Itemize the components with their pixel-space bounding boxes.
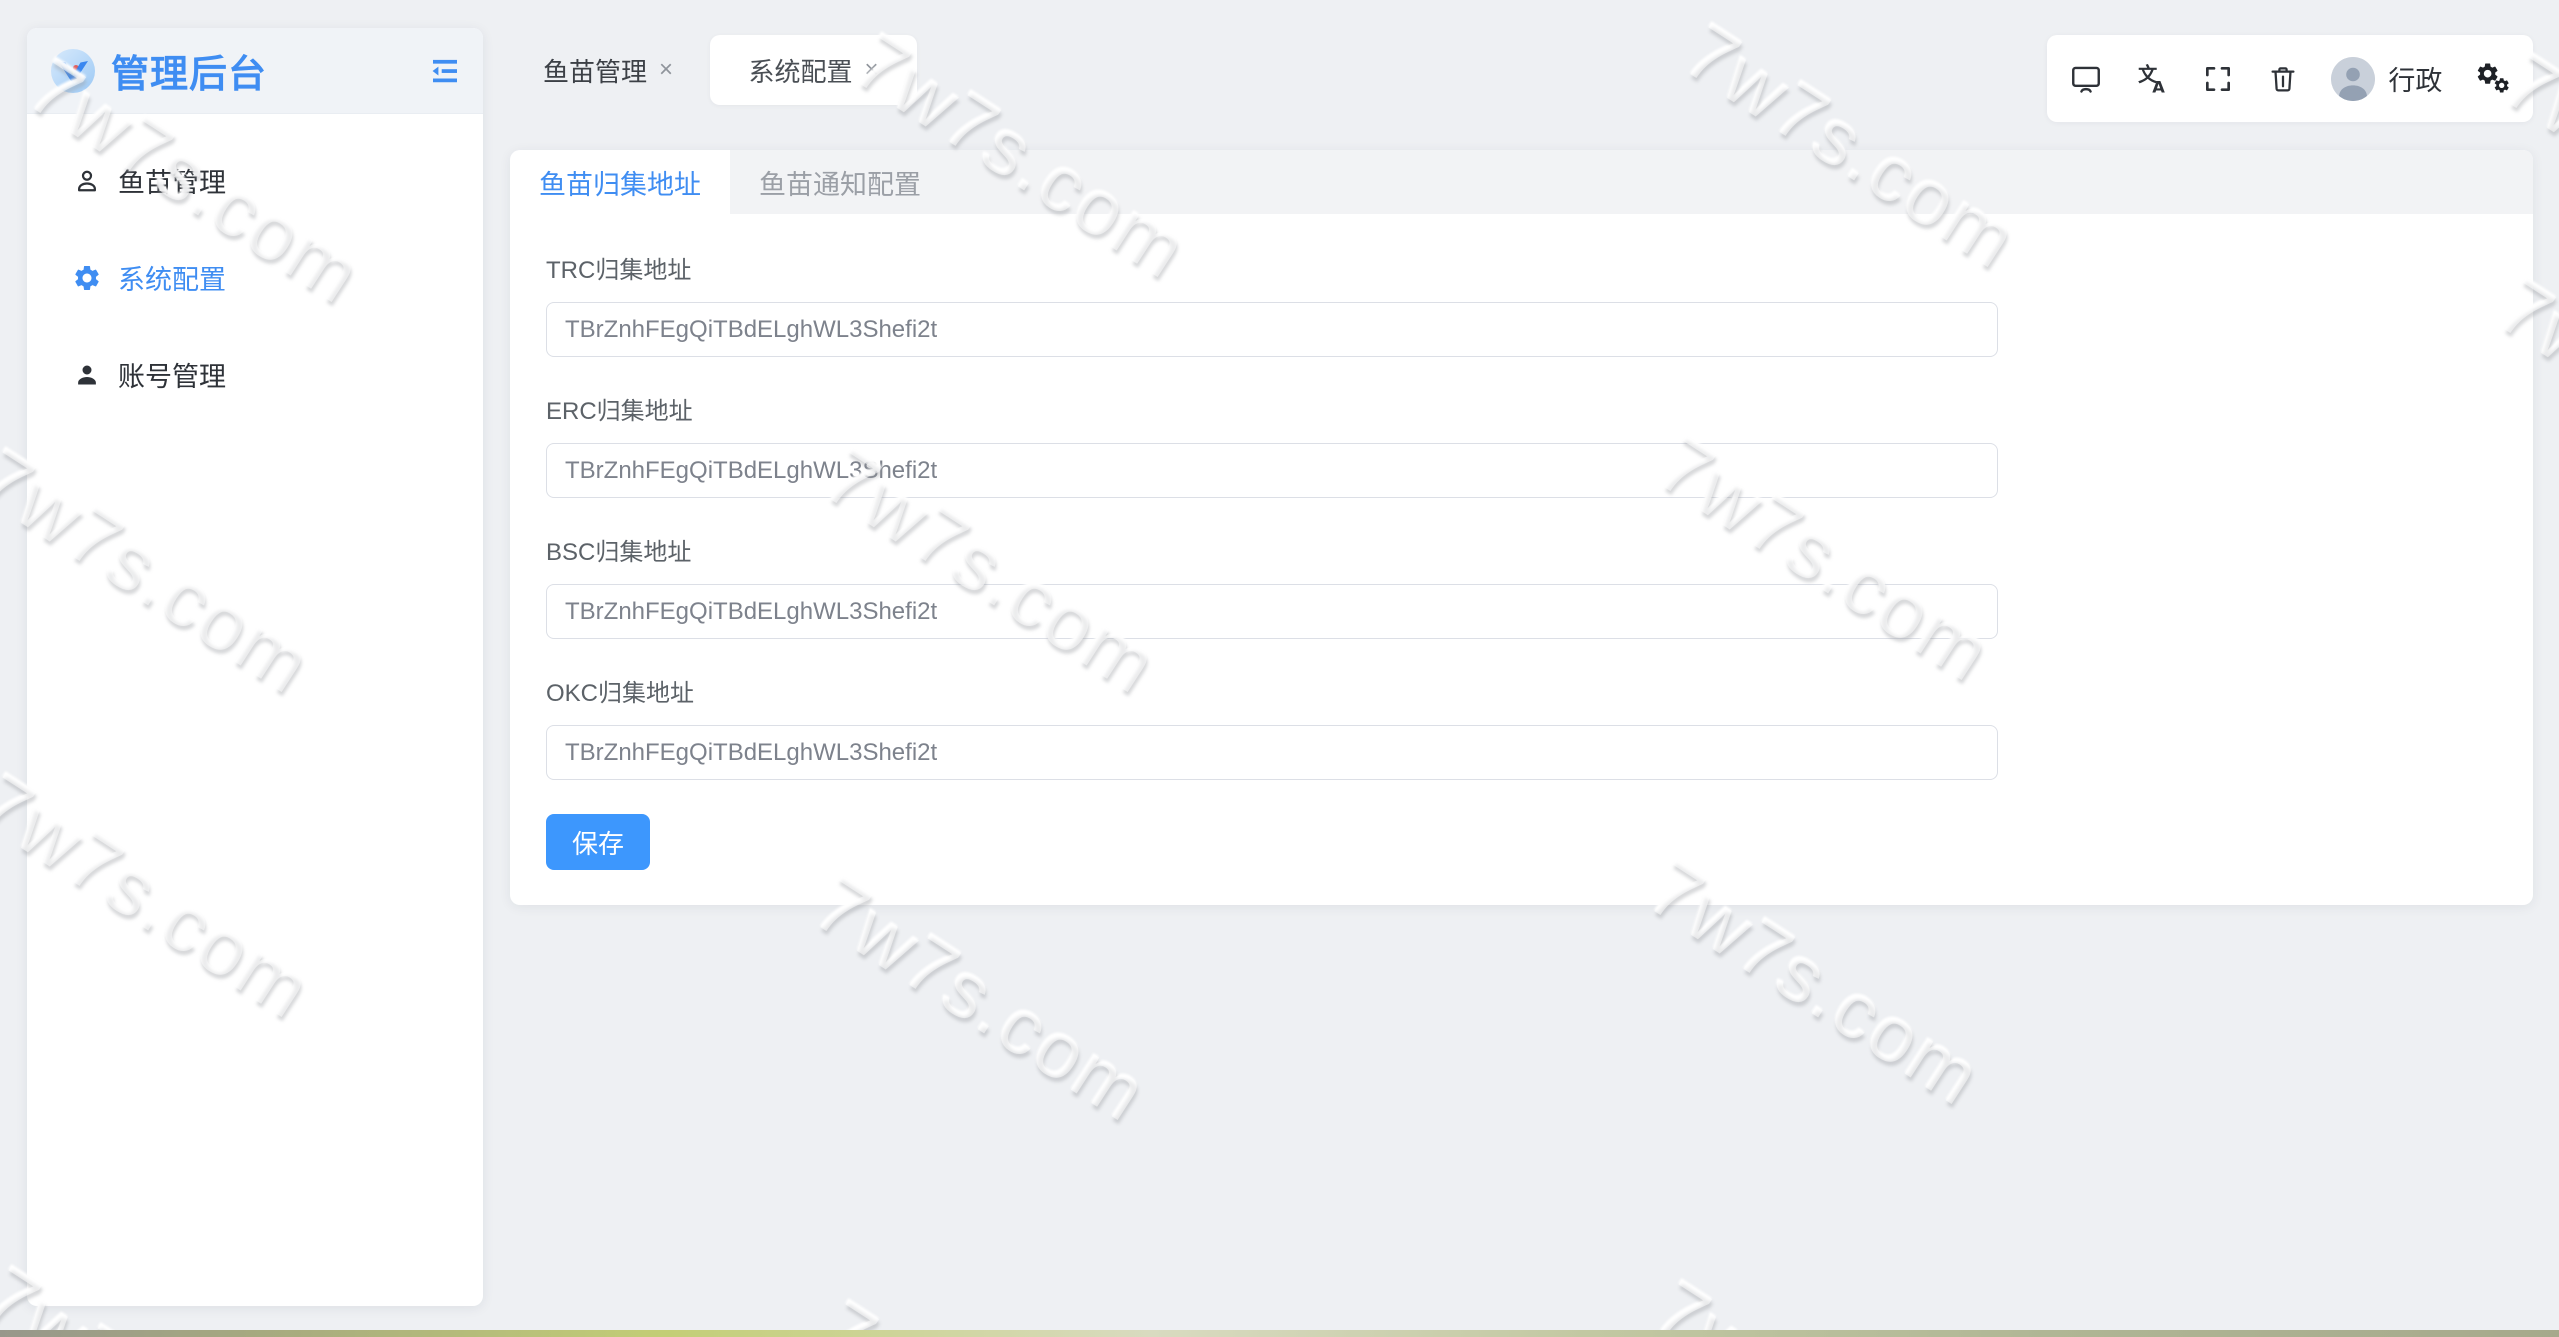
- field-label: TRC归集地址: [546, 256, 2533, 286]
- form-field-erc: ERC归集地址: [546, 397, 2533, 498]
- erc-address-input[interactable]: [546, 443, 1998, 498]
- sidebar-header: 管理后台: [27, 28, 483, 114]
- sidebar-item-label: 鱼苗管理: [118, 161, 226, 200]
- tab-collection-address[interactable]: 鱼苗归集地址: [510, 150, 730, 214]
- toolbar: 文 A 行政: [2047, 35, 2533, 122]
- bottom-strip: [0, 1330, 2559, 1337]
- admin-page: 7w7s.com 7w7s.com 7w7s.com 7w7s.com 7w7s…: [0, 0, 2559, 1337]
- watermark: 7w7s.com: [1638, 1262, 2004, 1337]
- svg-text:A: A: [2152, 77, 2165, 96]
- avatar: [2331, 57, 2375, 101]
- close-icon[interactable]: ×: [659, 58, 673, 82]
- user-filled-icon: [72, 360, 102, 390]
- save-button[interactable]: 保存: [546, 814, 650, 870]
- sidebar-item-fish-management[interactable]: 鱼苗管理: [27, 132, 483, 229]
- collapse-sidebar-icon[interactable]: [427, 53, 463, 89]
- content-tabs: 鱼苗归集地址 鱼苗通知配置: [510, 150, 2533, 214]
- username: 行政: [2388, 59, 2442, 98]
- sidebar-item-label: 系统配置: [118, 258, 226, 297]
- form-field-okc: OKC归集地址: [546, 679, 2533, 780]
- sidebar: 管理后台 鱼苗管理 系统配置: [27, 28, 483, 1306]
- settings-gears-icon[interactable]: [2475, 61, 2511, 97]
- sidebar-menu: 鱼苗管理 系统配置 账号管理: [27, 114, 483, 423]
- field-label: ERC归集地址: [546, 397, 2533, 427]
- tab-label: 鱼苗通知配置: [759, 163, 921, 202]
- trc-address-input[interactable]: [546, 302, 1998, 357]
- sidebar-item-system-config[interactable]: 系统配置: [27, 229, 483, 326]
- tab-fish-management[interactable]: 鱼苗管理 ×: [543, 35, 673, 105]
- monitor-icon[interactable]: [2069, 62, 2103, 96]
- app-title: 管理后台: [111, 43, 267, 98]
- bsc-address-input[interactable]: [546, 584, 1998, 639]
- gear-icon: [72, 263, 102, 293]
- fullscreen-icon[interactable]: [2202, 63, 2234, 95]
- address-form: TRC归集地址 ERC归集地址 BSC归集地址 OKC归集地址 保存: [510, 214, 2533, 870]
- field-label: BSC归集地址: [546, 538, 2533, 568]
- close-icon[interactable]: ×: [865, 58, 879, 82]
- trash-icon[interactable]: [2267, 63, 2299, 95]
- tab-label: 系统配置: [748, 52, 852, 89]
- app-logo-icon: [49, 47, 97, 95]
- sidebar-item-account-management[interactable]: 账号管理: [27, 326, 483, 423]
- translate-icon[interactable]: 文 A: [2136, 62, 2170, 96]
- tab-label: 鱼苗归集地址: [539, 163, 701, 202]
- settings-card: 鱼苗归集地址 鱼苗通知配置 TRC归集地址 ERC归集地址 BSC归集地址 OK…: [510, 150, 2533, 905]
- okc-address-input[interactable]: [546, 725, 1998, 780]
- watermark: 7w7s.com: [805, 1282, 1171, 1337]
- tab-label: 鱼苗管理: [543, 52, 647, 89]
- form-field-bsc: BSC归集地址: [546, 538, 2533, 639]
- tab-system-config[interactable]: 系统配置 ×: [710, 35, 917, 105]
- user-menu[interactable]: 行政: [2331, 57, 2442, 101]
- user-outline-icon: [72, 166, 102, 196]
- form-field-trc: TRC归集地址: [546, 256, 2533, 357]
- sidebar-item-label: 账号管理: [118, 355, 226, 394]
- tab-notification-config[interactable]: 鱼苗通知配置: [730, 150, 950, 214]
- field-label: OKC归集地址: [546, 679, 2533, 709]
